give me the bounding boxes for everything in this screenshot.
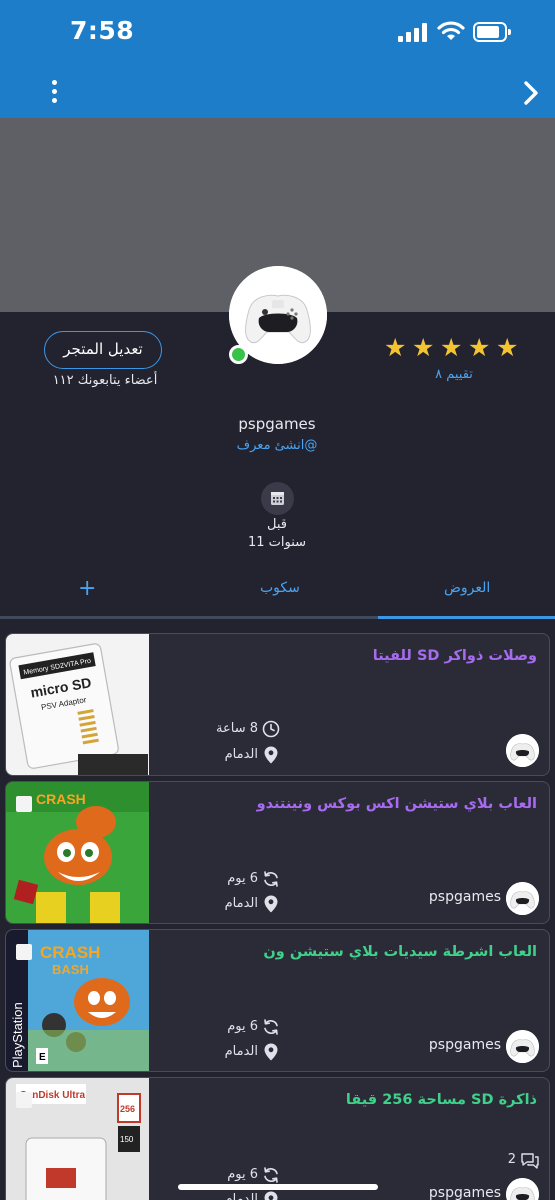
location-pin-icon xyxy=(264,1043,278,1061)
svg-text:PlayStation: PlayStation xyxy=(10,1002,25,1068)
listing-title[interactable]: ذاكرة SD مساحة 256 قيقا xyxy=(157,1092,537,1108)
refresh-icon xyxy=(264,871,278,887)
status-time: 7:58 xyxy=(70,16,135,45)
signal-icon xyxy=(398,22,428,42)
svg-text:CRASH: CRASH xyxy=(36,791,86,807)
create-handle-link[interactable]: @انشئ معرف xyxy=(177,438,377,453)
edit-store-button[interactable]: تعديل المتجر xyxy=(44,331,162,369)
refresh-icon xyxy=(264,1019,278,1035)
listing-time: 6 يوم xyxy=(227,1167,258,1182)
member-since-label: قبل xyxy=(267,517,287,532)
listing-card[interactable]: Memory SD2VITA Pro micro SD PSV Adaptor … xyxy=(5,633,550,776)
refresh-icon xyxy=(264,1167,278,1183)
location-pin-icon xyxy=(264,746,278,764)
listing-card[interactable]: SanDisk Ultra 256 150 ذاكرة SD مساحة 256… xyxy=(5,1077,550,1200)
rating-count[interactable]: تقييم ٨ xyxy=(384,367,524,382)
tab-scoop[interactable]: سكوب xyxy=(260,580,300,596)
online-status-dot xyxy=(229,345,248,364)
svg-text:BASH: BASH xyxy=(52,962,89,977)
app-bar xyxy=(0,62,555,118)
listing-time: 6 يوم xyxy=(227,1019,258,1034)
tab-add[interactable]: + xyxy=(78,576,96,601)
comments-icon xyxy=(521,1153,539,1169)
seller-avatar[interactable] xyxy=(506,1030,539,1063)
comment-count: 2 xyxy=(507,1152,516,1167)
home-indicator[interactable] xyxy=(178,1184,378,1190)
listing-time: 8 ساعة xyxy=(216,721,258,736)
store-username: pspgames xyxy=(238,415,316,433)
select-checkbox[interactable] xyxy=(16,1092,32,1108)
listing-card[interactable]: CRASH العاب بلاي ستيشن اكس بوكس ونينتندو… xyxy=(5,781,550,924)
listing-location: الدمام xyxy=(224,1044,258,1059)
seller-avatar[interactable] xyxy=(506,1178,539,1200)
listing-thumbnail: Memory SD2VITA Pro micro SD PSV Adaptor xyxy=(6,634,149,775)
followers-count[interactable]: أعضاء يتابعونك ١١٢ xyxy=(40,373,170,388)
more-vertical-icon[interactable] xyxy=(49,78,61,104)
star-icon: ★ xyxy=(412,333,435,362)
chevron-right-icon[interactable] xyxy=(520,80,542,106)
listing-location: الدمام xyxy=(224,1192,258,1200)
star-icon: ★ xyxy=(468,333,491,362)
status-bar: 7:58 xyxy=(0,0,555,62)
listing-title[interactable]: العاب اشرطة سيديات بلاي ستيشن ون xyxy=(157,944,537,960)
seller-name[interactable]: pspgames xyxy=(401,889,501,905)
clock-icon xyxy=(262,720,280,738)
listing-card[interactable]: PlayStation CRASH BASH E العاب اشرطة سيد… xyxy=(5,929,550,1072)
star-icon: ★ xyxy=(496,333,519,362)
svg-text:150: 150 xyxy=(120,1135,134,1144)
svg-text:E: E xyxy=(39,1052,46,1063)
listing-location: الدمام xyxy=(224,747,258,762)
listing-title[interactable]: العاب بلاي ستيشن اكس بوكس ونينتندو xyxy=(157,796,537,812)
svg-text:256: 256 xyxy=(120,1104,135,1114)
tab-offers[interactable]: العروض xyxy=(444,580,490,596)
calendar-icon xyxy=(261,482,294,515)
tab-active-indicator xyxy=(378,616,555,619)
listing-title[interactable]: وصلات ذواكر SD للفيتا xyxy=(157,648,537,664)
location-pin-icon xyxy=(264,895,278,913)
seller-name[interactable]: pspgames xyxy=(401,1185,501,1200)
listing-time: 6 يوم xyxy=(227,871,258,886)
seller-avatar[interactable] xyxy=(506,734,539,767)
member-since-value: 11 سنوات xyxy=(247,535,307,550)
wifi-icon xyxy=(437,21,465,40)
star-icon: ★ xyxy=(440,333,463,362)
battery-icon xyxy=(473,22,511,42)
rating-stars: ★ ★ ★ ★ ★ xyxy=(384,334,524,362)
seller-avatar[interactable] xyxy=(506,882,539,915)
location-pin-icon xyxy=(264,1191,278,1200)
svg-text:CRASH: CRASH xyxy=(40,943,100,962)
star-icon: ★ xyxy=(384,333,407,362)
listing-location: الدمام xyxy=(224,896,258,911)
select-checkbox[interactable] xyxy=(16,796,32,812)
seller-name[interactable]: pspgames xyxy=(401,1037,501,1053)
select-checkbox[interactable] xyxy=(16,944,32,960)
